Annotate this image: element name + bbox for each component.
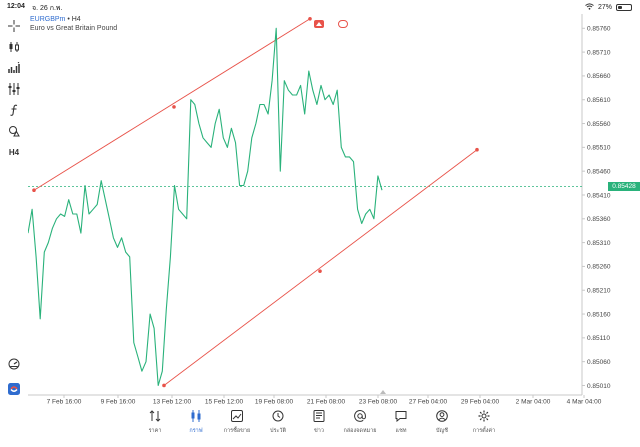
wifi-icon bbox=[585, 3, 594, 12]
price-label: 0.85510 bbox=[587, 145, 611, 152]
nav-chart[interactable]: กราฟ bbox=[176, 409, 216, 443]
nav-mailbox[interactable]: กล่องจดหมาย bbox=[340, 409, 380, 443]
price-chart[interactable]: 0.85760 0.85710 0.85660 0.85610 0.85560 0.855… bbox=[28, 14, 640, 407]
chart-area[interactable]: 0.85760 0.85710 0.85660 0.85610 0.85560 0.855… bbox=[28, 14, 640, 407]
time-label: 9 Feb 16:00 bbox=[101, 399, 136, 406]
shapes-icon[interactable] bbox=[5, 122, 23, 140]
status-date: จ. 26 ก.พ. bbox=[32, 5, 63, 12]
candles-icon[interactable] bbox=[5, 38, 23, 56]
left-toolbar: H4 bbox=[0, 14, 28, 407]
lower-channel-line-anchor bbox=[318, 269, 322, 273]
lower-channel-line-anchor bbox=[475, 147, 479, 152]
price-label: 0.85560 bbox=[587, 121, 611, 128]
nav-label: การซื้อขาย bbox=[223, 428, 251, 434]
symbol-description: Euro vs Great Britain Pound bbox=[30, 25, 118, 32]
status-time: 12:04 bbox=[7, 3, 25, 10]
mailbox-icon bbox=[353, 409, 367, 423]
crosshair-icon[interactable] bbox=[5, 17, 23, 35]
settings-icon bbox=[477, 409, 491, 423]
time-label: 15 Feb 12:00 bbox=[205, 399, 244, 406]
nav-label: ข่าว bbox=[314, 428, 324, 434]
nav-label: แชท bbox=[395, 428, 407, 434]
timeframe-icon[interactable]: H4 bbox=[5, 143, 23, 161]
nav-history[interactable]: ประวัติ bbox=[258, 409, 298, 443]
history-icon bbox=[271, 409, 285, 423]
time-label: 13 Feb 12:00 bbox=[153, 399, 192, 406]
nav-label: ประวัติ bbox=[269, 428, 287, 434]
chat-icon bbox=[394, 409, 408, 423]
symbol-timeframe: H4 bbox=[71, 16, 81, 23]
price-series-line bbox=[28, 27, 383, 387]
chart-icon bbox=[189, 409, 203, 423]
nav-label: กล่องจดหมาย bbox=[343, 428, 377, 434]
quotes-icon bbox=[148, 409, 162, 423]
lower-channel-line-anchor bbox=[162, 383, 166, 388]
account-icon bbox=[435, 409, 449, 423]
symbol-name[interactable]: EURGBPm bbox=[30, 16, 65, 23]
time-label: 2 Mar 04:00 bbox=[516, 399, 551, 406]
time-label: 29 Feb 04:00 bbox=[461, 399, 500, 406]
upper-channel-line-anchor bbox=[172, 105, 176, 109]
price-label: 0.85360 bbox=[587, 216, 611, 223]
price-label: 0.85460 bbox=[587, 168, 611, 175]
time-label: 27 Feb 04:00 bbox=[409, 399, 448, 406]
price-label: 0.85010 bbox=[587, 383, 611, 390]
bottom-nav: ราคา กราฟ การซื้อขาย ประวัติ ข่าว กล่องจ… bbox=[0, 407, 640, 447]
upper-channel-line-anchor bbox=[32, 188, 36, 193]
price-label: 0.85110 bbox=[587, 335, 610, 342]
price-label: 0.85610 bbox=[587, 97, 611, 104]
speedometer-icon[interactable] bbox=[5, 355, 23, 373]
time-label: 23 Feb 08:00 bbox=[359, 399, 398, 406]
trade-icon bbox=[230, 409, 244, 423]
nav-label: กราฟ bbox=[189, 428, 203, 434]
symbol-header: EURGBPm • H4 bbox=[30, 16, 81, 23]
upper-channel-line-anchor bbox=[308, 16, 312, 21]
news-icon bbox=[312, 409, 326, 423]
time-label: 19 Feb 08:00 bbox=[255, 399, 294, 406]
nav-trade[interactable]: การซื้อขาย bbox=[217, 409, 257, 443]
status-bar: 12:04 จ. 26 ก.พ. 27% bbox=[0, 0, 640, 14]
nav-settings[interactable]: การตั้งค่า bbox=[464, 409, 504, 443]
price-label: 0.85210 bbox=[587, 288, 611, 295]
time-label: 4 Mar 04:00 bbox=[567, 399, 602, 406]
trade-signal-icon[interactable] bbox=[314, 20, 324, 28]
function-icon[interactable] bbox=[5, 101, 23, 119]
app-logo-icon[interactable] bbox=[5, 380, 23, 398]
price-label: 0.85310 bbox=[587, 240, 611, 247]
status-right: 27% bbox=[585, 3, 632, 12]
nav-quotes[interactable]: ราคา bbox=[135, 409, 175, 443]
indicators-icon[interactable] bbox=[5, 59, 23, 77]
scroll-marker-icon bbox=[380, 390, 386, 394]
lower-channel-line bbox=[163, 149, 478, 386]
chart-badges bbox=[314, 20, 348, 28]
price-label: 0.85060 bbox=[587, 359, 611, 366]
upper-channel-line bbox=[33, 18, 311, 191]
calendar-event-icon[interactable] bbox=[338, 20, 348, 28]
time-label: 7 Feb 16:00 bbox=[47, 399, 82, 406]
nav-label: การตั้งค่า bbox=[472, 428, 496, 434]
nav-label: บัญชี bbox=[436, 428, 448, 434]
price-label: 0.85660 bbox=[587, 73, 611, 80]
battery-percent: 27% bbox=[597, 4, 612, 11]
nav-chat[interactable]: แชท bbox=[381, 409, 421, 443]
price-label: 0.85410 bbox=[587, 192, 611, 199]
settings-sliders-icon[interactable] bbox=[5, 80, 23, 98]
battery-icon bbox=[616, 4, 632, 11]
time-label: 21 Feb 08:00 bbox=[307, 399, 346, 406]
price-label: 0.85710 bbox=[587, 49, 611, 56]
price-label: 0.85260 bbox=[587, 264, 611, 271]
nav-news[interactable]: ข่าว bbox=[299, 409, 339, 443]
current-price-tag: 0.85428 bbox=[608, 181, 640, 191]
price-label: 0.85160 bbox=[587, 311, 611, 318]
nav-label: ราคา bbox=[148, 428, 162, 434]
nav-account[interactable]: บัญชี bbox=[422, 409, 462, 443]
price-label: 0.85760 bbox=[587, 26, 611, 33]
